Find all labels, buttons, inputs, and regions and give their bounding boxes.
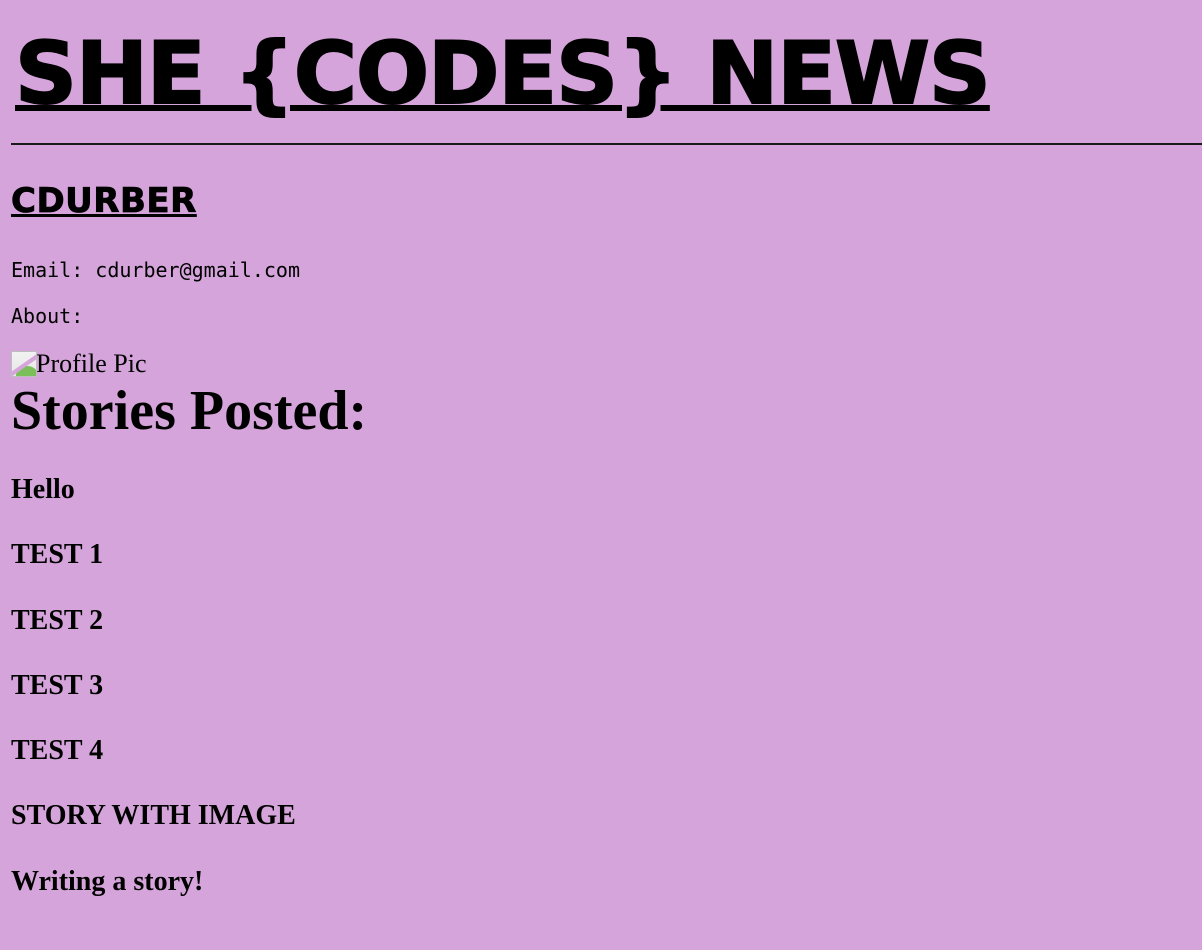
site-title-link[interactable]: SHE {CODES} NEWS — [14, 18, 992, 130]
story-item[interactable]: STORY WITH IMAGE — [11, 798, 296, 863]
profile-picture: Profile Pic — [11, 350, 147, 378]
story-item[interactable]: TEST 1 — [11, 537, 296, 602]
story-item[interactable]: Hello — [11, 472, 296, 537]
story-item[interactable]: Writing a story! — [11, 864, 296, 929]
profile-email: Email: cdurber@gmail.com — [11, 258, 300, 282]
stories-heading: Stories Posted: — [11, 380, 368, 442]
profile-about: About: — [11, 304, 84, 328]
story-item[interactable]: TEST 4 — [11, 733, 296, 798]
profile-picture-alt-text: Profile Pic — [36, 349, 147, 378]
story-item[interactable]: TEST 2 — [11, 603, 296, 668]
story-item[interactable]: TEST 3 — [11, 668, 296, 733]
broken-image-icon — [11, 351, 37, 377]
profile-username: CDURBER — [11, 181, 197, 222]
stories-list: Hello TEST 1 TEST 2 TEST 3 TEST 4 STORY … — [11, 472, 296, 929]
header-divider — [11, 143, 1202, 145]
